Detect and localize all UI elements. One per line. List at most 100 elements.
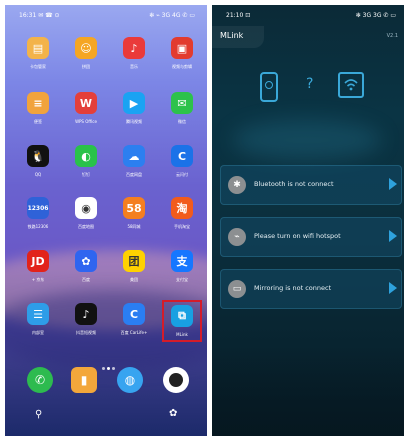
app-label: 百度 (82, 277, 90, 282)
mirroring-icon: ▭ (228, 280, 246, 298)
app-unionpay[interactable]: C 云闪付 (163, 145, 201, 185)
baidu-map-icon: ◉ (75, 197, 97, 219)
app-label: 音乐 (130, 64, 138, 69)
pintuan-icon: ☺ (75, 37, 97, 59)
baidu-netdisk-icon: ☁ (123, 145, 145, 167)
app-label: 视频与剪辑 (172, 64, 192, 69)
mlink-icon: ⧉ (171, 305, 193, 327)
app-label: 58同城 (127, 224, 141, 229)
search-icon[interactable]: ⚲ (35, 409, 42, 420)
app-label: 云闪付 (176, 172, 188, 177)
dock-phone-app[interactable]: ✆ (27, 367, 53, 393)
bottom-shade (212, 346, 404, 436)
app-chat[interactable]: ☰ 内部室 (19, 303, 57, 343)
status-time: 21:10 ⊡ (226, 12, 251, 19)
wechat-icon: ✉ (171, 92, 193, 114)
app-baidu-map[interactable]: ◉ 百度地图 (67, 197, 105, 237)
tencent-video-icon: ▶ (123, 92, 145, 114)
app-wechat[interactable]: ✉ 微信 (163, 92, 201, 132)
bluetooth-status-row[interactable]: ✱ Bluetooth is not connect (220, 165, 402, 205)
app-label: 百度网盘 (126, 172, 142, 177)
meituan-icon: 团 (123, 250, 145, 272)
app-header: MLink V2.1 (212, 26, 404, 48)
app-mlink[interactable]: ⧉ MLink (162, 300, 202, 342)
app-railway-12306[interactable]: 12306 铁路12306 (19, 197, 57, 237)
baidu-icon: ✿ (75, 250, 97, 272)
carlife-icon: C (123, 303, 145, 325)
app-label: 支付宝 (176, 277, 188, 282)
wallet-icon: ▤ (27, 37, 49, 59)
connection-hero: ? (212, 50, 404, 160)
chevron-right-icon (389, 230, 397, 242)
app-pintuan[interactable]: ☺ 拼团 (67, 37, 105, 77)
wps-icon: W (75, 92, 97, 114)
app-baidu-netdisk[interactable]: ☁ 百度网盘 (115, 145, 153, 185)
app-label: QQ (34, 172, 42, 177)
question-mark-icon: ? (306, 76, 314, 92)
chevron-right-icon (389, 282, 397, 294)
app-tencent-video[interactable]: ▶ 腾讯视频 (115, 92, 153, 132)
mirroring-status-row[interactable]: ▭ Mirroring is not connect (220, 269, 402, 309)
app-wallet[interactable]: ▤ 卡包管家 (19, 37, 57, 77)
dock: ✆ ▮ ◍ (5, 367, 207, 397)
hero-glow (232, 120, 382, 160)
app-music[interactable]: ♪ 音乐 (115, 37, 153, 77)
app-label: 腾讯视频 (126, 119, 142, 124)
home-screen: 16:31 ✉ ☎ ⊙ ✻ ⌁ 3G 4G ✆ ▭ ▤ 卡包管家 ☺ 拼团 ♪ 音乐 ▣ 视频… (5, 5, 207, 436)
qq-icon: 🐧 (27, 145, 49, 167)
app-meituan[interactable]: 团美团 (115, 250, 153, 290)
bluetooth-icon: ✱ (228, 176, 246, 194)
taobao-icon: 淘 (171, 197, 193, 219)
app-jd[interactable]: JD + 京东 (19, 250, 57, 290)
notes-icon: ≡ (27, 92, 49, 114)
hotspot-icon: ⌁ (228, 228, 246, 246)
app-baidu[interactable]: ✿ 百度 (67, 250, 105, 290)
status-bar: 21:10 ⊡ ✻ 3G 3G ✆ ▭ (212, 5, 404, 23)
jd-icon: JD (27, 250, 49, 272)
app-label: MLink (176, 332, 188, 337)
app-label: 内部室 (32, 330, 44, 335)
app-video-edit[interactable]: ▣ 视频与剪辑 (163, 37, 201, 77)
douyin-icon: ♪ (75, 303, 97, 325)
alipay-icon: 支 (171, 250, 193, 272)
status-icons: ✻ 3G 3G ✆ ▭ (355, 12, 396, 19)
music-icon: ♪ (123, 37, 145, 59)
app-qq[interactable]: 🐧 QQ (19, 145, 57, 185)
phone-icon: ✆ (34, 373, 46, 387)
app-label: WPS Office (75, 119, 97, 124)
app-58[interactable]: 58 58同城 (115, 197, 153, 237)
dingtalk-icon: ◐ (75, 145, 97, 167)
phone-camera-circle (265, 81, 273, 89)
app-title: MLink (220, 31, 244, 40)
car-screen-wifi-icon (338, 72, 364, 98)
status-icons: ✻ ⌁ 3G 4G ✆ ▭ (149, 12, 195, 19)
app-label: 便签 (34, 119, 42, 124)
bluetooth-status-text: Bluetooth is not connect (254, 180, 334, 188)
hotspot-status-row[interactable]: ⌁ Please turn on wifi hotspot (220, 217, 402, 257)
app-notes[interactable]: ≡ 便签 (19, 92, 57, 132)
app-label: 拼团 (82, 64, 90, 69)
app-douyin[interactable]: ♪ 抖音短视频 (67, 303, 105, 343)
app-label: + 京东 (31, 277, 45, 282)
app-label: 卡包管家 (30, 64, 46, 69)
app-alipay[interactable]: 支支付宝 (163, 250, 201, 290)
navigation-bar: ⚲ ✿ (5, 405, 207, 427)
app-wps[interactable]: W WPS Office (67, 92, 105, 132)
messages-icon: ▮ (80, 373, 88, 387)
app-carlife[interactable]: C 百度 CarLife+ (115, 303, 153, 343)
58-icon: 58 (123, 197, 145, 219)
chat-icon: ☰ (27, 303, 49, 325)
app-taobao[interactable]: 淘手机淘宝 (163, 197, 201, 237)
status-time: 16:31 ✉ ☎ ⊙ (19, 12, 60, 19)
app-label: 抖音短视频 (76, 330, 96, 335)
app-dingtalk[interactable]: ◐ 钉钉 (67, 145, 105, 185)
assistant-icon[interactable]: ✿ (169, 408, 177, 419)
dock-browser-app[interactable]: ◍ (117, 367, 143, 393)
dock-camera-app[interactable] (163, 367, 189, 393)
video-edit-icon: ▣ (171, 37, 193, 59)
app-label: 钉钉 (82, 172, 90, 177)
app-version: V2.1 (386, 33, 398, 39)
app-label: 百度 CarLife+ (120, 330, 148, 335)
status-bar: 16:31 ✉ ☎ ⊙ ✻ ⌁ 3G 4G ✆ ▭ (5, 5, 207, 27)
dock-messages-app[interactable]: ▮ (71, 367, 97, 393)
